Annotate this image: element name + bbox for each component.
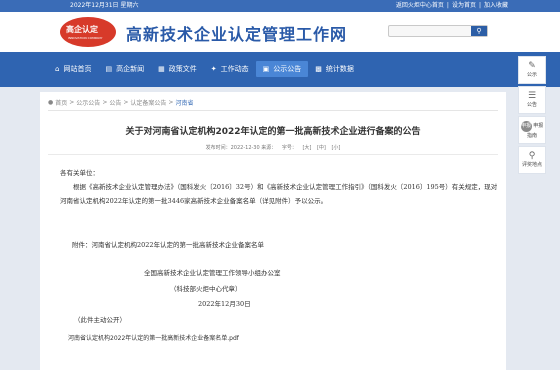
set-homepage-link[interactable]: 设为首页 — [452, 0, 476, 12]
nav-news[interactable]: ▤ 高企新闻 — [98, 61, 151, 77]
pin-icon: ✦ — [210, 65, 217, 73]
guide-icon: 申报 — [520, 121, 532, 132]
nav-label: 公示公告 — [273, 65, 302, 73]
nav-label: 网站首页 — [63, 65, 92, 73]
article-body: 根据《高新技术企业认定管理办法》（国科发火〔2016〕32号）和《高新技术企业认… — [60, 183, 498, 205]
sidebar-location[interactable]: ⚲ 评奖地点 — [518, 146, 546, 174]
font-size-small[interactable]: [小] — [331, 145, 340, 151]
search-input[interactable]: ⚲ — [388, 25, 488, 37]
breadcrumb-sep: > — [123, 99, 129, 106]
right-sidebar: ✎ 公示 ☰ 公告 申报 申报指南 ⚲ 评奖地点 — [518, 56, 550, 176]
sidebar-notice[interactable]: ✎ 公示 — [518, 56, 546, 84]
breadcrumb: ● 首页 > 公示公告 > 公告 > 认定备案公告 > 河南省 — [48, 98, 193, 107]
article-card: ● 首页 > 公示公告 > 公告 > 认定备案公告 > 河南省 关于对河南省认定机构20… — [40, 92, 506, 370]
site-title: 高新技术企业认定管理工作网 — [126, 25, 348, 44]
announcement-icon: ☰ — [527, 91, 537, 101]
search-button[interactable]: ⚲ — [471, 26, 487, 36]
torch-home-link[interactable]: 返回火炬中心首页 — [396, 0, 444, 12]
home-icon: ⌂ — [55, 65, 60, 73]
pdf-attachment-link[interactable]: 河南省认定机构2022年认定的第一批高新技术企业备案名单.pdf — [68, 333, 239, 342]
breadcrumb-sep: > — [168, 99, 174, 106]
sidebar-label: 公告 — [526, 102, 537, 108]
breadcrumb-sep: > — [69, 99, 75, 106]
nav-home[interactable]: ⌂ 网站首页 — [48, 61, 98, 77]
breadcrumb-current[interactable]: 河南省 — [175, 98, 193, 107]
notice-icon: ✎ — [528, 61, 536, 71]
sidebar-announcement[interactable]: ☰ 公告 — [518, 86, 546, 114]
nav-work-updates[interactable]: ✦ 工作动态 — [204, 61, 256, 77]
nav-announcements[interactable]: ▣ 公示公告 — [255, 61, 309, 77]
public-note: （此件主动公开） — [74, 316, 126, 324]
nav-statistics[interactable]: ▩ 统计数据 — [308, 61, 361, 77]
separator: | — [446, 2, 449, 9]
top-links: 返回火炬中心首页 | 设为首页 | 加入收藏 — [396, 0, 508, 12]
date-text: 2022年12月31日 星期六 — [70, 2, 139, 9]
nav-label: 政策文件 — [168, 65, 197, 73]
monitor-icon: ▣ — [262, 65, 270, 73]
nav-policy[interactable]: ▦ 政策文件 — [151, 61, 204, 77]
attachment-line: 附件：河南省认定机构2022年认定的第一批高新技术企业备案名单 — [72, 241, 265, 249]
article-title: 关于对河南省认定机构2022年认定的第一批高新技术企业进行备案的公告 — [125, 127, 421, 137]
font-size-large[interactable]: [大] — [302, 145, 311, 151]
divider — [48, 154, 498, 155]
sidebar-label: 公示 — [526, 72, 537, 78]
site-header: 高企认定 INNOVATION COMPANY 高新技术企业认定管理工作网 ⚲ — [0, 12, 560, 52]
greeting: 各有关单位： — [60, 169, 99, 177]
publish-date: 发布时间：2022-12-30 来源： — [205, 145, 277, 151]
sidebar-guide[interactable]: 申报 申报指南 — [518, 116, 546, 144]
separator: | — [478, 2, 481, 9]
breadcrumb-item[interactable]: 认定备案公告 — [130, 98, 166, 107]
font-size-label: 字号： — [281, 145, 297, 151]
divider — [48, 110, 498, 111]
nav-label: 统计数据 — [325, 65, 354, 73]
sidebar-label: 评奖地点 — [521, 162, 542, 168]
breadcrumb-item[interactable]: 公告 — [109, 98, 121, 107]
site-logo[interactable]: 高企认定 INNOVATION COMPANY — [60, 17, 118, 47]
news-icon: ▤ — [105, 65, 113, 73]
document-icon: ▦ — [158, 65, 165, 73]
location-icon: ⚲ — [528, 151, 536, 161]
main-nav-bar: ⌂ 网站首页 ▤ 高企新闻 ▦ 政策文件 ✦ 工作动态 ▣ 公示公告 ▩ 统计数据 — [0, 52, 560, 87]
add-favorite-link[interactable]: 加入收藏 — [484, 0, 508, 12]
nav-label: 高企新闻 — [116, 65, 145, 73]
signature-date: 2022年12月30日 — [198, 300, 251, 308]
search-icon: ⚲ — [476, 27, 482, 35]
main-nav: ⌂ 网站首页 ▤ 高企新闻 ▦ 政策文件 ✦ 工作动态 ▣ 公示公告 ▩ 统计数据 — [48, 61, 361, 77]
nav-label: 工作动态 — [220, 65, 249, 73]
chart-icon: ▩ — [315, 65, 322, 73]
signature-seal: （科技部火炬中心代章） — [170, 285, 242, 293]
breadcrumb-sep: > — [102, 99, 108, 106]
article-meta: 发布时间：2022-12-30 来源： 字号： [大] [中] [小] — [40, 144, 506, 151]
top-bar: 2022年12月31日 星期六 返回火炬中心首页 | 设为首页 | 加入收藏 — [0, 0, 560, 12]
logo-text: 高企认定 — [66, 25, 98, 34]
breadcrumb-item[interactable]: 公示公告 — [76, 98, 100, 107]
location-icon: ● — [48, 99, 54, 106]
signature-office: 全国高新技术企业认定管理工作领导小组办公室 — [144, 269, 281, 277]
breadcrumb-home[interactable]: 首页 — [55, 98, 67, 107]
logo-subtext: INNOVATION COMPANY — [68, 36, 103, 40]
font-size-medium[interactable]: [中] — [317, 145, 326, 151]
